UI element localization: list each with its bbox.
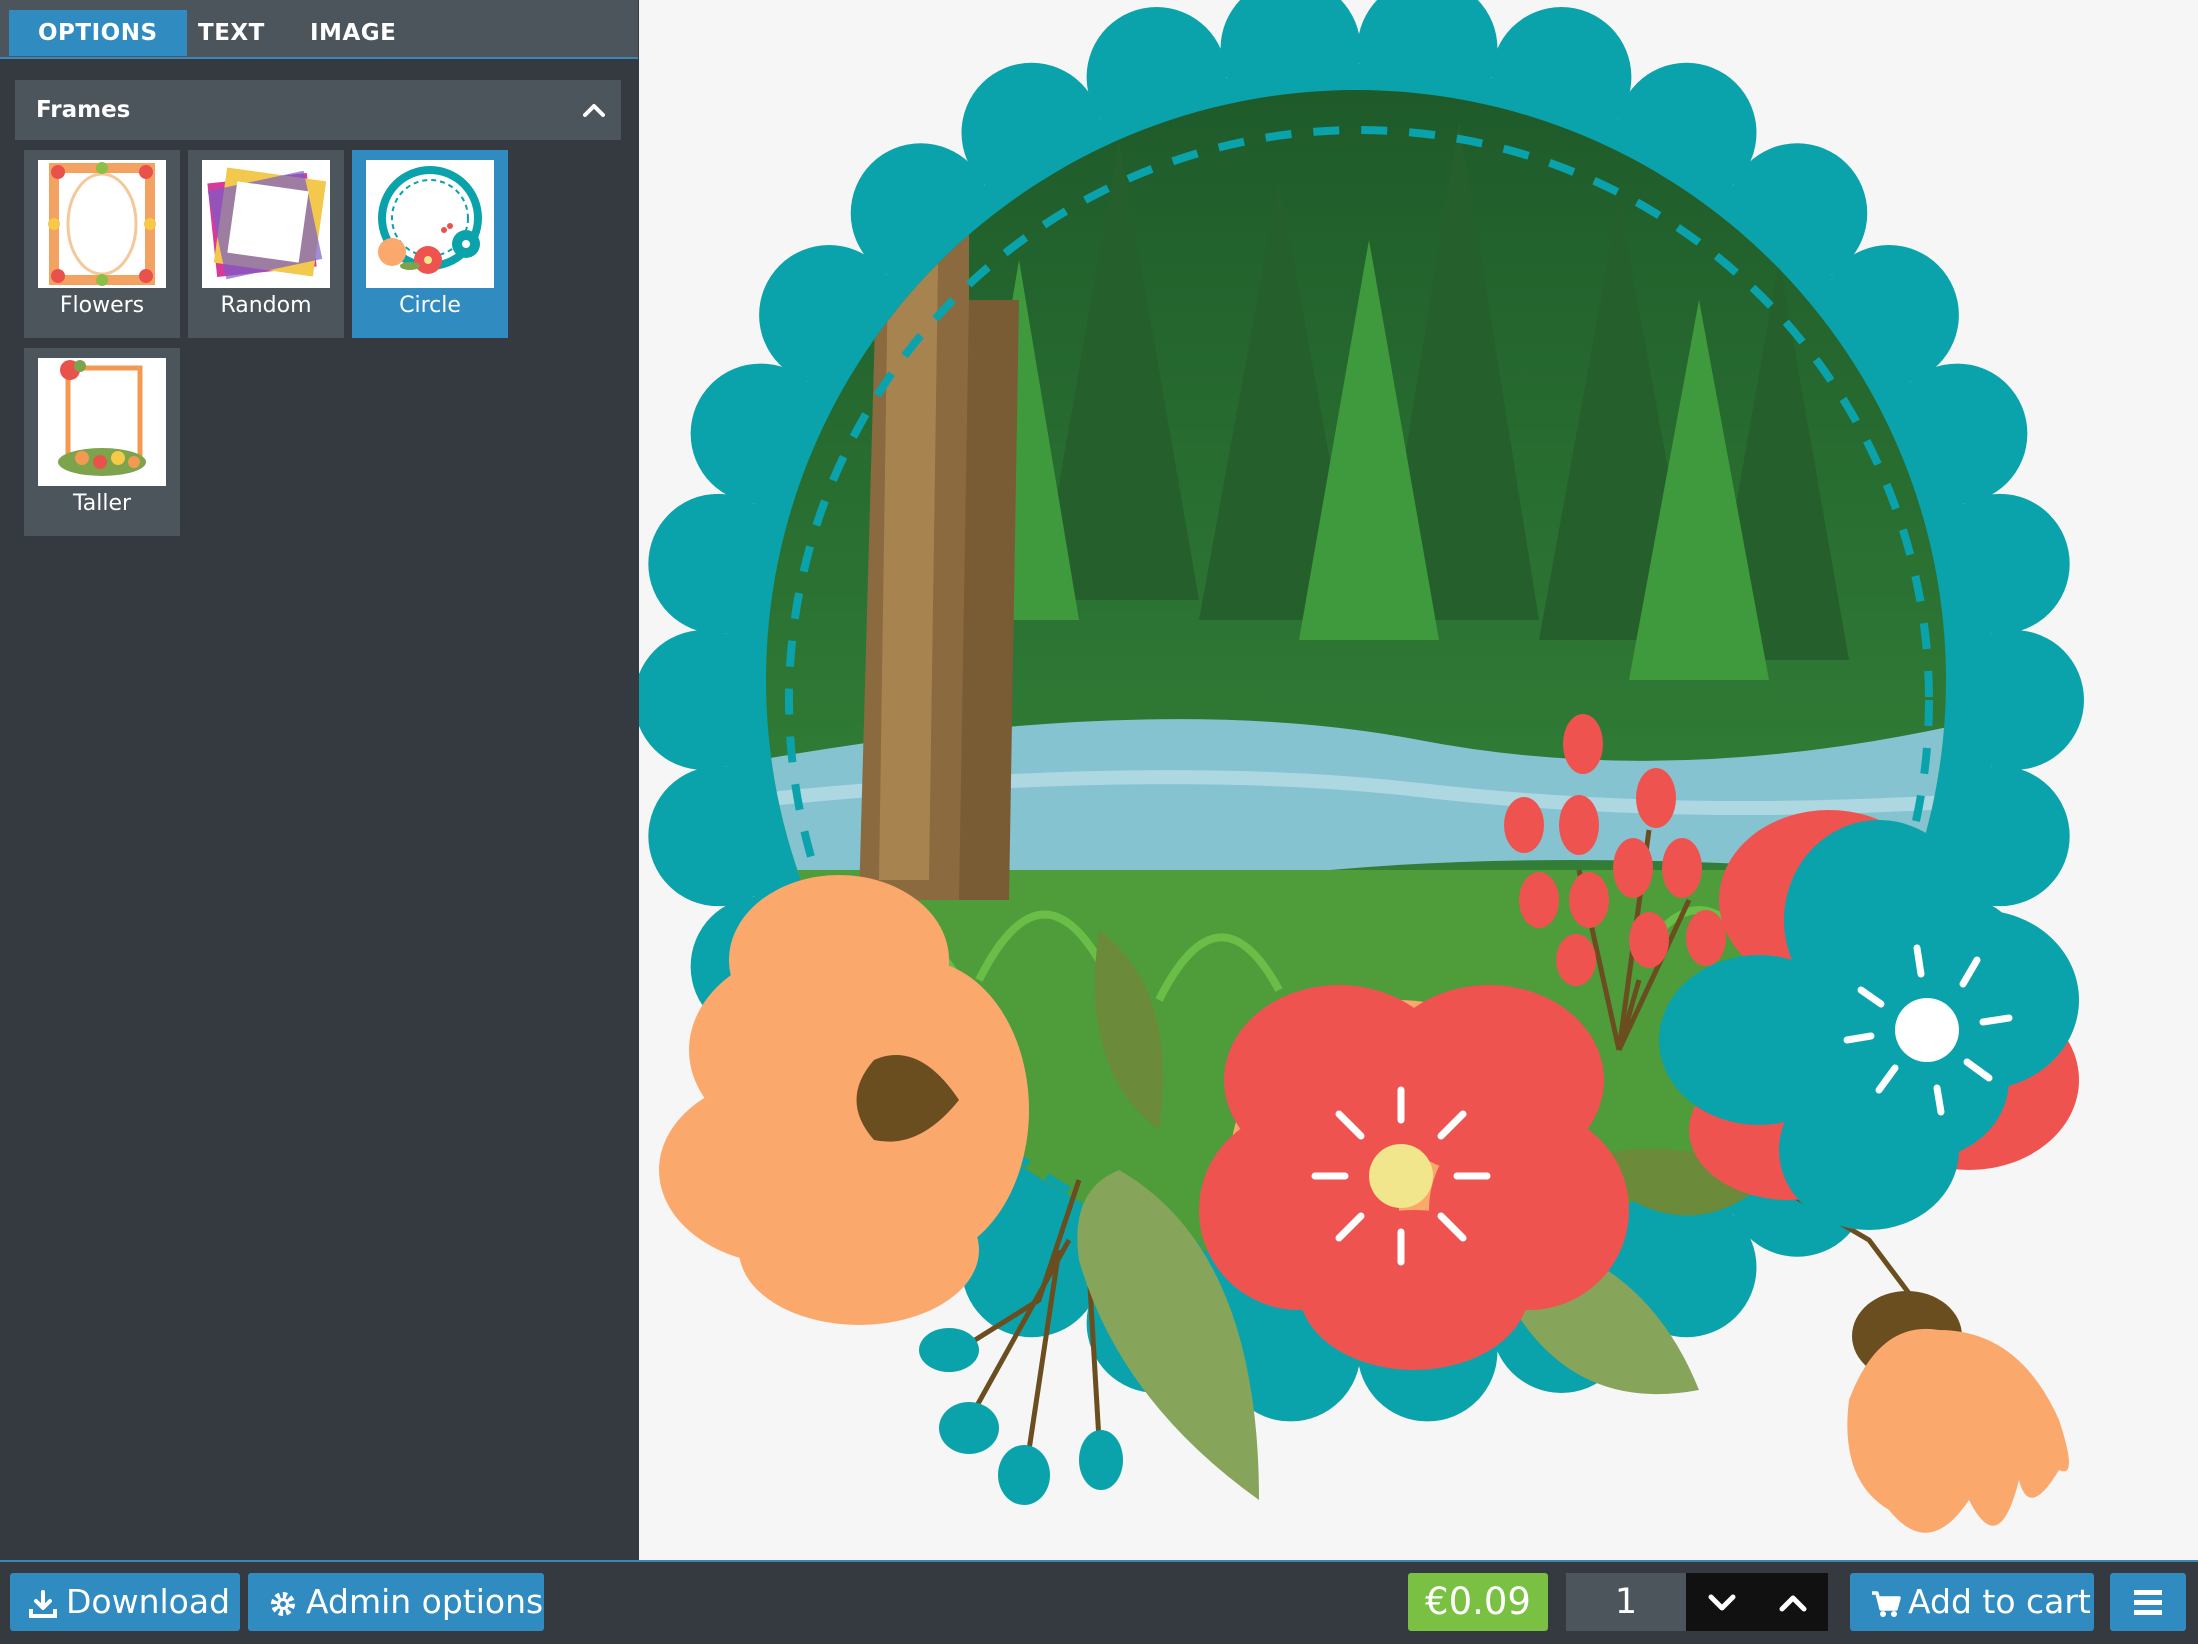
chevron-up-icon bbox=[1779, 1595, 1807, 1612]
frame-option-flowers[interactable]: Flowers bbox=[24, 150, 180, 338]
circle-frame-thumbnail bbox=[366, 160, 494, 288]
frames-panel-title: Frames bbox=[36, 97, 131, 123]
download-label: Download bbox=[66, 1582, 231, 1621]
frame-label: Taller bbox=[72, 491, 132, 516]
download-icon bbox=[28, 1573, 58, 1631]
add-to-cart-button[interactable]: Add to cart bbox=[1850, 1573, 2094, 1631]
price-badge: €0.09 bbox=[1408, 1573, 1548, 1631]
taller-frame-thumbnail bbox=[38, 358, 166, 486]
sidebar: OPTIONS TEXT IMAGE Frames Flowers Random… bbox=[0, 0, 638, 1560]
frame-option-random[interactable]: Random bbox=[188, 150, 344, 338]
chevron-down-icon bbox=[1708, 1594, 1736, 1611]
quantity-decrease-button[interactable] bbox=[1686, 1573, 1757, 1631]
design-canvas[interactable] bbox=[639, 0, 2198, 1560]
frame-label: Random bbox=[220, 293, 312, 318]
frame-label: Flowers bbox=[59, 293, 145, 318]
menu-button[interactable] bbox=[2110, 1573, 2186, 1631]
hamburger-icon bbox=[2134, 1590, 2162, 1615]
tab-bar: OPTIONS TEXT IMAGE bbox=[0, 0, 638, 59]
chevron-up-icon[interactable] bbox=[577, 93, 611, 127]
random-frame-thumbnail bbox=[202, 160, 330, 288]
quantity-increase-button[interactable] bbox=[1757, 1573, 1828, 1631]
frames-panel-header[interactable]: Frames bbox=[15, 80, 621, 140]
tulip-bud bbox=[1847, 1291, 2069, 1533]
frame-label: Circle bbox=[399, 293, 461, 318]
frame-option-circle[interactable]: Circle bbox=[352, 150, 508, 338]
frame-artwork bbox=[639, 0, 2084, 1533]
bottom-toolbar: Download Admin options €0.09 Add to cart bbox=[0, 1560, 2198, 1644]
quantity-input[interactable] bbox=[1566, 1573, 1686, 1631]
admin-options-label: Admin options bbox=[306, 1582, 544, 1621]
cart-icon bbox=[1870, 1573, 1902, 1631]
flowers-frame-thumbnail bbox=[38, 160, 166, 288]
tab-text[interactable]: TEXT bbox=[169, 10, 294, 56]
download-button[interactable]: Download bbox=[10, 1573, 240, 1631]
add-to-cart-label: Add to cart bbox=[1908, 1582, 2091, 1621]
tab-image[interactable]: IMAGE bbox=[281, 10, 425, 56]
tab-options[interactable]: OPTIONS bbox=[9, 10, 187, 56]
frame-option-taller[interactable]: Taller bbox=[24, 348, 180, 536]
gear-icon bbox=[268, 1573, 298, 1631]
admin-options-button[interactable]: Admin options bbox=[248, 1573, 544, 1631]
